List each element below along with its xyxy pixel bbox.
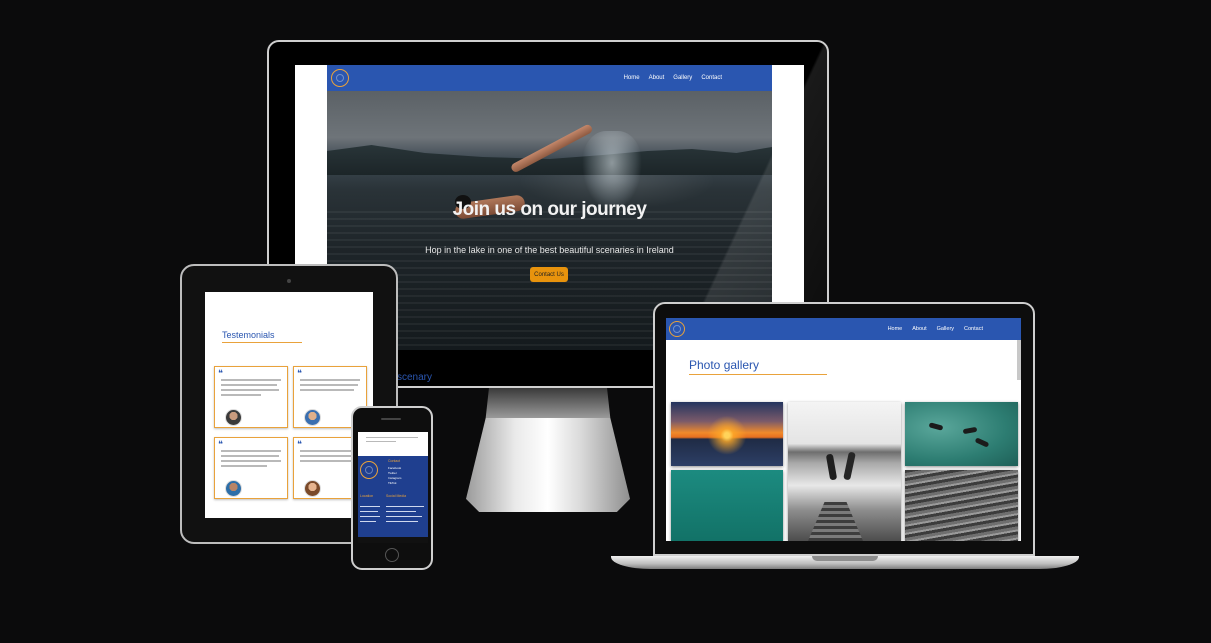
site-logo-icon[interactable]: [331, 69, 349, 87]
gallery-photo-sunset[interactable]: [671, 402, 783, 466]
footer-tiktok-link[interactable]: TikTok: [388, 481, 397, 485]
testimonial-text: [221, 389, 279, 391]
tablet-screen: Testemonials ❝ ❝ ❝ ❝: [205, 292, 373, 518]
pier-graphic: [808, 502, 863, 541]
testimonial-card: ❝: [214, 437, 288, 499]
swimmer-graphic: [962, 426, 978, 435]
laptop-screen: Home About Gallery Contact Photo gallery: [666, 318, 1021, 541]
footer-contact-heading: Contact: [388, 459, 401, 463]
gallery-photo-water[interactable]: [671, 470, 783, 541]
footer-social-heading: Social Media: [386, 494, 407, 498]
avatar: [225, 409, 242, 426]
testimonial-text: [300, 379, 360, 381]
nav-about[interactable]: About: [649, 75, 665, 81]
testimonial-text: [300, 460, 358, 462]
testimonial-text: [221, 394, 261, 396]
nav-home[interactable]: Home: [888, 326, 903, 332]
monitor-neck-shadow: [485, 388, 611, 418]
jumper-graphic: [843, 451, 856, 481]
site-logo-icon[interactable]: [669, 321, 685, 337]
contact-us-button[interactable]: Contact Us: [530, 267, 568, 282]
quote-icon: ❝: [218, 439, 223, 449]
avatar: [304, 480, 321, 497]
swimmer-graphic: [928, 422, 944, 431]
quote-icon: ❝: [297, 368, 302, 378]
monitor-stand: [466, 418, 630, 512]
footer-facebook-link[interactable]: Facebook: [388, 466, 401, 470]
gallery-title: Photo gallery: [689, 358, 827, 375]
footer-text: [360, 516, 380, 517]
testimonial-text: [300, 384, 358, 386]
testimonial-text: [221, 460, 281, 462]
footer-text: [360, 521, 376, 522]
tablet-camera: [287, 279, 291, 283]
phone-screen: Contact Facebook Twitter Instagram TikTo…: [358, 432, 428, 543]
nav-home[interactable]: Home: [624, 75, 640, 81]
footer-instagram-link[interactable]: Instagram: [388, 476, 401, 480]
footer-location-heading: Location: [360, 494, 374, 498]
phone-home-button: [385, 548, 399, 562]
testimonial-text: [300, 455, 356, 457]
testimonial-text: [300, 389, 354, 391]
footer-twitter-link[interactable]: Twitter: [388, 471, 397, 475]
testimonial-text: [221, 450, 281, 452]
testimonial-text: [221, 379, 281, 381]
laptop-notch: [812, 556, 878, 561]
footer-text: [386, 506, 424, 507]
swimmer-graphic: [974, 437, 990, 448]
laptop-nav-links: Home About Gallery Contact: [878, 326, 983, 332]
footer-text: [360, 506, 380, 507]
phone-speaker: [381, 418, 401, 420]
quote-icon: ❝: [218, 368, 223, 378]
testimonial-card: ❝: [214, 366, 288, 428]
footer-text: [360, 511, 378, 512]
footer-text: [386, 516, 422, 517]
phone-top-text: [366, 441, 396, 442]
footer-logo-icon: [360, 461, 378, 479]
testimonial-text: [221, 384, 277, 386]
gallery-photo-pier[interactable]: [788, 402, 901, 541]
phone-footer: Contact Facebook Twitter Instagram TikTo…: [358, 456, 428, 543]
phone-top-text: [366, 437, 418, 438]
gallery-photo-ripples[interactable]: [905, 470, 1018, 541]
nav-about[interactable]: About: [912, 326, 926, 332]
scrollbar[interactable]: [1017, 340, 1021, 380]
nav-gallery[interactable]: Gallery: [937, 326, 954, 332]
laptop-navbar: Home About Gallery Contact: [666, 318, 1021, 340]
below-fold-heading: scenary: [397, 372, 433, 383]
jumper-graphic: [825, 453, 838, 481]
footer-text: [386, 521, 418, 522]
footer-text: [386, 511, 416, 512]
avatar: [225, 480, 242, 497]
footer-copyright: [358, 537, 428, 543]
testimonials-title: Testemonials: [222, 330, 302, 343]
testimonial-text: [221, 465, 267, 467]
nav-contact[interactable]: Contact: [964, 326, 983, 332]
avatar: [304, 409, 321, 426]
quote-icon: ❝: [297, 439, 302, 449]
gallery-photo-swimmers[interactable]: [905, 402, 1018, 466]
testimonial-text: [221, 455, 279, 457]
